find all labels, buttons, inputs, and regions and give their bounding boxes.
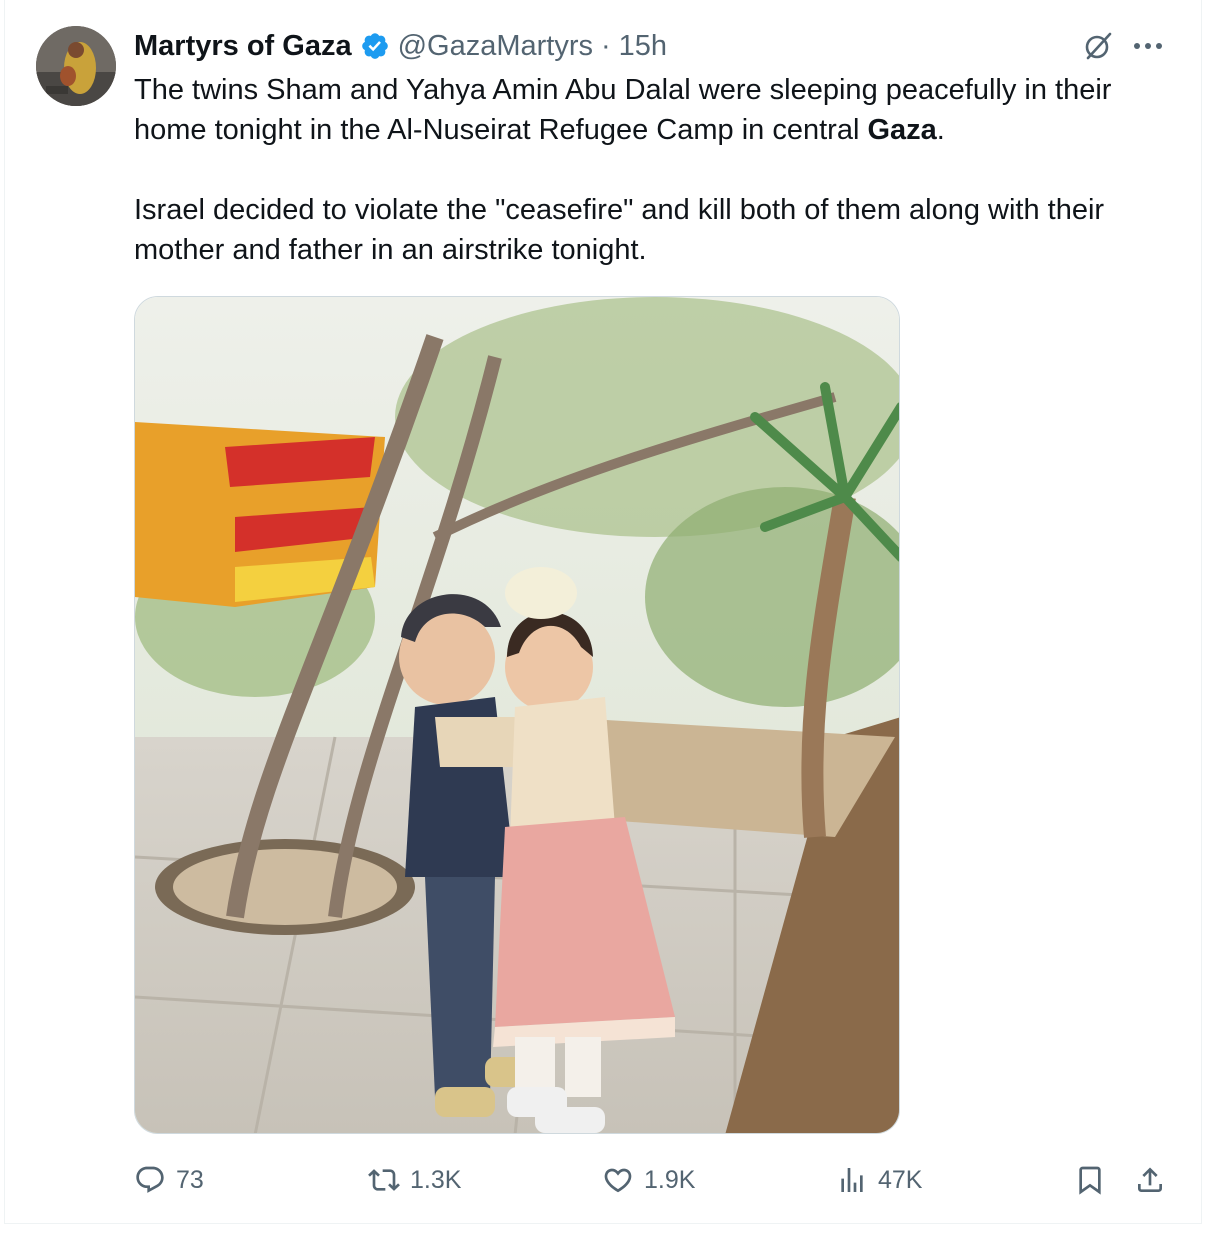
repost-count: 1.3K [410, 1165, 462, 1194]
tweet-text: The twins Sham and Yahya Amin Abu Dalal … [134, 70, 1184, 270]
tweet-time[interactable]: 15h [619, 30, 667, 63]
bookmark-button[interactable] [1074, 1158, 1106, 1202]
tweet-paragraph-2: Israel decided to violate the "ceasefire… [134, 194, 1105, 266]
reply-icon [136, 1166, 164, 1193]
repost-button[interactable]: 1.3K [368, 1158, 461, 1202]
header-separator: · [601, 29, 611, 62]
author-handle[interactable]: @GazaMartyrs [398, 30, 593, 63]
heart-icon [604, 1168, 632, 1193]
tweet-text-part: The twins Sham and Yahya Amin Abu Dalal … [134, 74, 1112, 146]
reply-button[interactable]: 73 [134, 1158, 204, 1202]
grok-icon[interactable] [1082, 30, 1114, 62]
more-dot [1134, 43, 1140, 49]
views-button[interactable]: 47K [836, 1158, 922, 1202]
tweet-text-part: . [936, 114, 945, 146]
tweet-paragraph-1: The twins Sham and Yahya Amin Abu Dalal … [134, 70, 1184, 150]
tweet-actions: 73 1.3K 1.9K 47K [0, 1158, 1214, 1202]
more-dot [1145, 43, 1151, 49]
bookmark-icon [1079, 1166, 1101, 1195]
author-avatar[interactable] [36, 26, 116, 106]
views-chart-icon [841, 1168, 863, 1192]
tweet-text-bold: Gaza [867, 114, 937, 146]
repost-icon [368, 1169, 400, 1191]
reply-count: 73 [176, 1165, 204, 1194]
tweet-photo[interactable] [134, 296, 900, 1134]
like-button[interactable]: 1.9K [602, 1158, 695, 1202]
share-button[interactable] [1134, 1158, 1166, 1202]
like-count: 1.9K [644, 1165, 696, 1194]
more-icon[interactable] [1130, 30, 1166, 62]
views-count: 47K [878, 1165, 923, 1194]
verified-badge-icon [360, 31, 390, 61]
more-dot [1156, 43, 1162, 49]
tweet-header: Martyrs of Gaza @GazaMartyrs · 15h [134, 28, 667, 64]
author-name[interactable]: Martyrs of Gaza [134, 30, 352, 63]
share-icon [1138, 1167, 1162, 1192]
photo-image [135, 297, 899, 1133]
avatar-image [36, 26, 116, 106]
